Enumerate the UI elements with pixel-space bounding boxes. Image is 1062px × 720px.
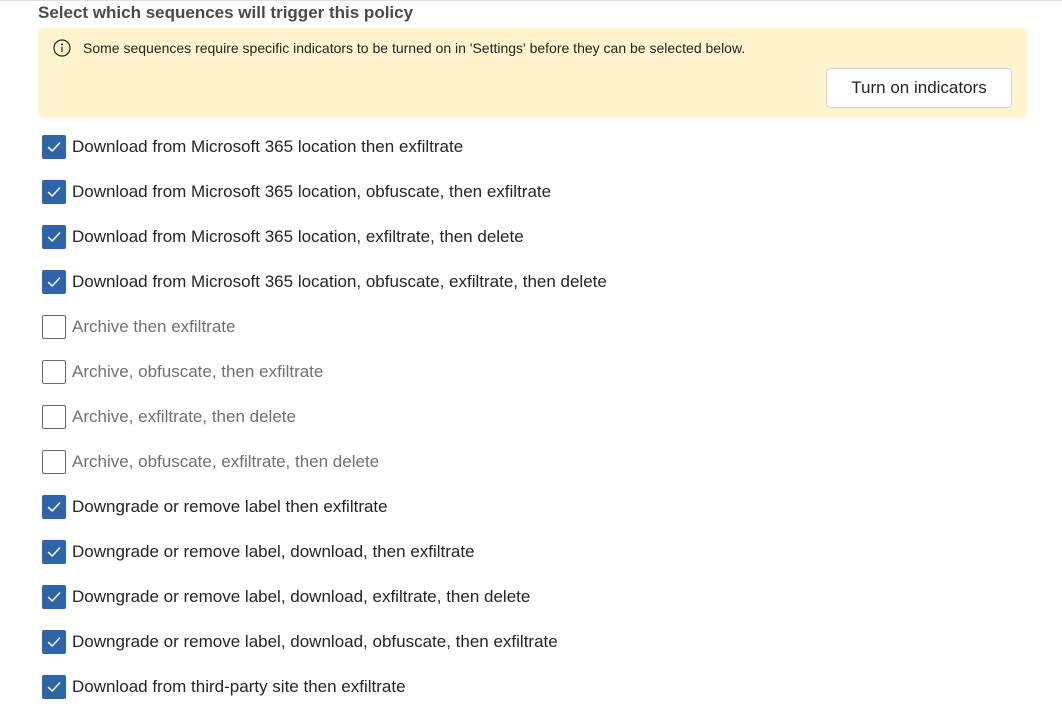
checkbox-checked[interactable]	[42, 540, 66, 564]
sequence-option[interactable]: Downgrade or remove label, download, obf…	[42, 630, 607, 675]
sequence-option[interactable]: Download from Microsoft 365 location, ob…	[42, 270, 607, 315]
info-icon	[53, 39, 71, 57]
checkbox-unchecked	[42, 360, 66, 384]
checkmark-icon	[47, 142, 61, 152]
sequence-option[interactable]: Download from Microsoft 365 location, ob…	[42, 180, 607, 225]
sequence-option: Archive, exfiltrate, then delete	[42, 405, 607, 450]
sequence-option[interactable]: Downgrade or remove label then exfiltrat…	[42, 495, 607, 540]
checkmark-icon	[47, 232, 61, 242]
checkmark-icon	[47, 187, 61, 197]
sequence-option: Archive, obfuscate, exfiltrate, then del…	[42, 450, 607, 495]
sequence-option[interactable]: Download from Microsoft 365 location the…	[42, 135, 607, 180]
checkmark-icon	[47, 637, 61, 647]
checkbox-unchecked	[42, 405, 66, 429]
sequence-option: Archive then exfiltrate	[42, 315, 607, 360]
turn-on-indicators-button[interactable]: Turn on indicators	[826, 68, 1012, 108]
checkbox-checked[interactable]	[42, 585, 66, 609]
sequence-option: Archive, obfuscate, then exfiltrate	[42, 360, 607, 405]
sequence-option[interactable]: Download from third-party site then exfi…	[42, 675, 607, 720]
section-title: Select which sequences will trigger this…	[38, 3, 414, 22]
sequence-label: Downgrade or remove label then exfiltrat…	[72, 497, 388, 516]
indicator-warning-banner: Some sequences require specific indicato…	[38, 28, 1027, 118]
checkbox-checked[interactable]	[42, 180, 66, 204]
sequence-option[interactable]: Downgrade or remove label, download, exf…	[42, 585, 607, 630]
sequence-option[interactable]: Downgrade or remove label, download, the…	[42, 540, 607, 585]
checkmark-icon	[47, 592, 61, 602]
sequence-label: Download from third-party site then exfi…	[72, 677, 406, 696]
sequence-label: Download from Microsoft 365 location the…	[72, 137, 464, 156]
banner-message: Some sequences require specific indicato…	[83, 40, 746, 56]
top-divider	[0, 0, 1062, 1]
checkbox-checked[interactable]	[42, 270, 66, 294]
checkbox-unchecked	[42, 315, 66, 339]
checkmark-icon	[47, 547, 61, 557]
sequence-label: Download from Microsoft 365 location, ob…	[72, 272, 607, 291]
sequence-label: Archive, exfiltrate, then delete	[72, 407, 296, 426]
sequence-label: Download from Microsoft 365 location, ob…	[72, 182, 552, 201]
checkbox-checked[interactable]	[42, 225, 66, 249]
sequence-label: Downgrade or remove label, download, the…	[72, 542, 475, 561]
checkbox-checked[interactable]	[42, 675, 66, 699]
checkbox-checked[interactable]	[42, 135, 66, 159]
sequence-option[interactable]: Download from Microsoft 365 location, ex…	[42, 225, 607, 270]
sequence-checkbox-list: Download from Microsoft 365 location the…	[42, 135, 607, 720]
sequence-label: Archive, obfuscate, then exfiltrate	[72, 362, 324, 381]
sequence-label: Downgrade or remove label, download, obf…	[72, 632, 558, 651]
checkbox-unchecked	[42, 450, 66, 474]
checkmark-icon	[47, 682, 61, 692]
sequence-label: Archive, obfuscate, exfiltrate, then del…	[72, 452, 380, 471]
checkmark-icon	[47, 277, 61, 287]
checkbox-checked[interactable]	[42, 495, 66, 519]
checkmark-icon	[47, 502, 61, 512]
sequence-label: Downgrade or remove label, download, exf…	[72, 587, 531, 606]
sequence-label: Download from Microsoft 365 location, ex…	[72, 227, 524, 246]
checkbox-checked[interactable]	[42, 630, 66, 654]
sequence-label: Archive then exfiltrate	[72, 317, 236, 336]
